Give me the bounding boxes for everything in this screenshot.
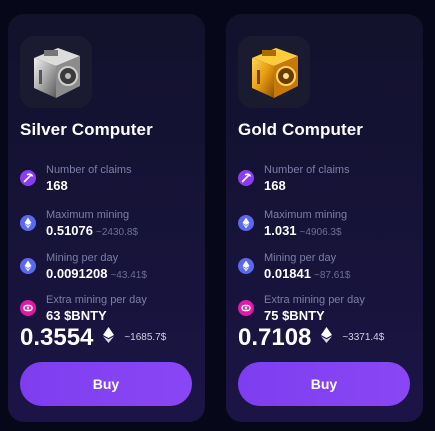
claims-label: Number of claims <box>46 164 132 176</box>
price-value: 0.7108 <box>238 324 312 351</box>
claims-value: 168 <box>46 178 68 193</box>
price-usd: ~1685.7$ <box>124 332 167 343</box>
gold-computer-card: Gold Computer Number of claims 168 Maxim… <box>226 14 423 422</box>
claims-stat: Number of claims 168 <box>20 164 195 200</box>
card-title: Gold Computer <box>238 120 364 139</box>
mining-per-day-value: 0.0091208 ~43.41$ <box>46 266 147 281</box>
max-mining-value: 1.031 ~4906.3$ <box>264 223 342 238</box>
max-mining-stat: Maximum mining 0.51076 ~2430.8$ <box>20 209 195 245</box>
mining-per-day-label: Mining per day <box>264 252 337 264</box>
bnty-icon <box>238 300 254 316</box>
max-mining-usd: ~2430.8$ <box>96 227 138 238</box>
max-mining-usd: ~4906.3$ <box>299 227 342 238</box>
claims-value: 168 <box>264 178 286 193</box>
max-mining-label: Maximum mining <box>264 209 348 221</box>
eth-icon <box>320 327 332 348</box>
mining-per-day-usd: ~43.41$ <box>110 270 147 281</box>
claims-stat: Number of claims 168 <box>238 164 413 200</box>
mining-per-day-stat: Mining per day 0.0091208 ~43.41$ <box>20 252 195 288</box>
silver-computer-card: Silver Computer Number of claims 168 Max… <box>8 14 205 422</box>
eth-icon <box>238 215 254 231</box>
price: 0.3554 ~1685.7$ <box>20 324 166 354</box>
claims-label: Number of claims <box>264 164 350 176</box>
price-usd: ~3371.4$ <box>342 332 385 343</box>
eth-icon <box>20 258 36 274</box>
mining-per-day-stat: Mining per day 0.01841 ~87.61$ <box>238 252 413 288</box>
card-title: Silver Computer <box>20 120 153 139</box>
gold-computer-icon <box>238 36 310 108</box>
eth-icon <box>20 215 36 231</box>
buy-button[interactable]: Buy <box>20 362 192 406</box>
silver-computer-icon <box>20 36 92 108</box>
eth-icon <box>238 258 254 274</box>
mining-per-day-label: Mining per day <box>46 252 119 264</box>
pickaxe-icon <box>238 170 254 186</box>
mining-per-day-value: 0.01841 ~87.61$ <box>264 266 351 281</box>
extra-mining-label: Extra mining per day <box>264 294 365 306</box>
bnty-icon <box>20 300 36 316</box>
pickaxe-icon <box>20 170 36 186</box>
price: 0.7108 ~3371.4$ <box>238 324 384 354</box>
eth-icon <box>102 327 114 348</box>
max-mining-stat: Maximum mining 1.031 ~4906.3$ <box>238 209 413 245</box>
price-value: 0.3554 <box>20 324 94 351</box>
max-mining-label: Maximum mining <box>46 209 130 221</box>
extra-mining-value: 63 $BNTY <box>46 308 107 323</box>
mining-per-day-usd: ~87.61$ <box>314 270 351 281</box>
buy-button[interactable]: Buy <box>238 362 410 406</box>
extra-mining-label: Extra mining per day <box>46 294 147 306</box>
extra-mining-value: 75 $BNTY <box>264 308 325 323</box>
max-mining-value: 0.51076 ~2430.8$ <box>46 223 138 238</box>
